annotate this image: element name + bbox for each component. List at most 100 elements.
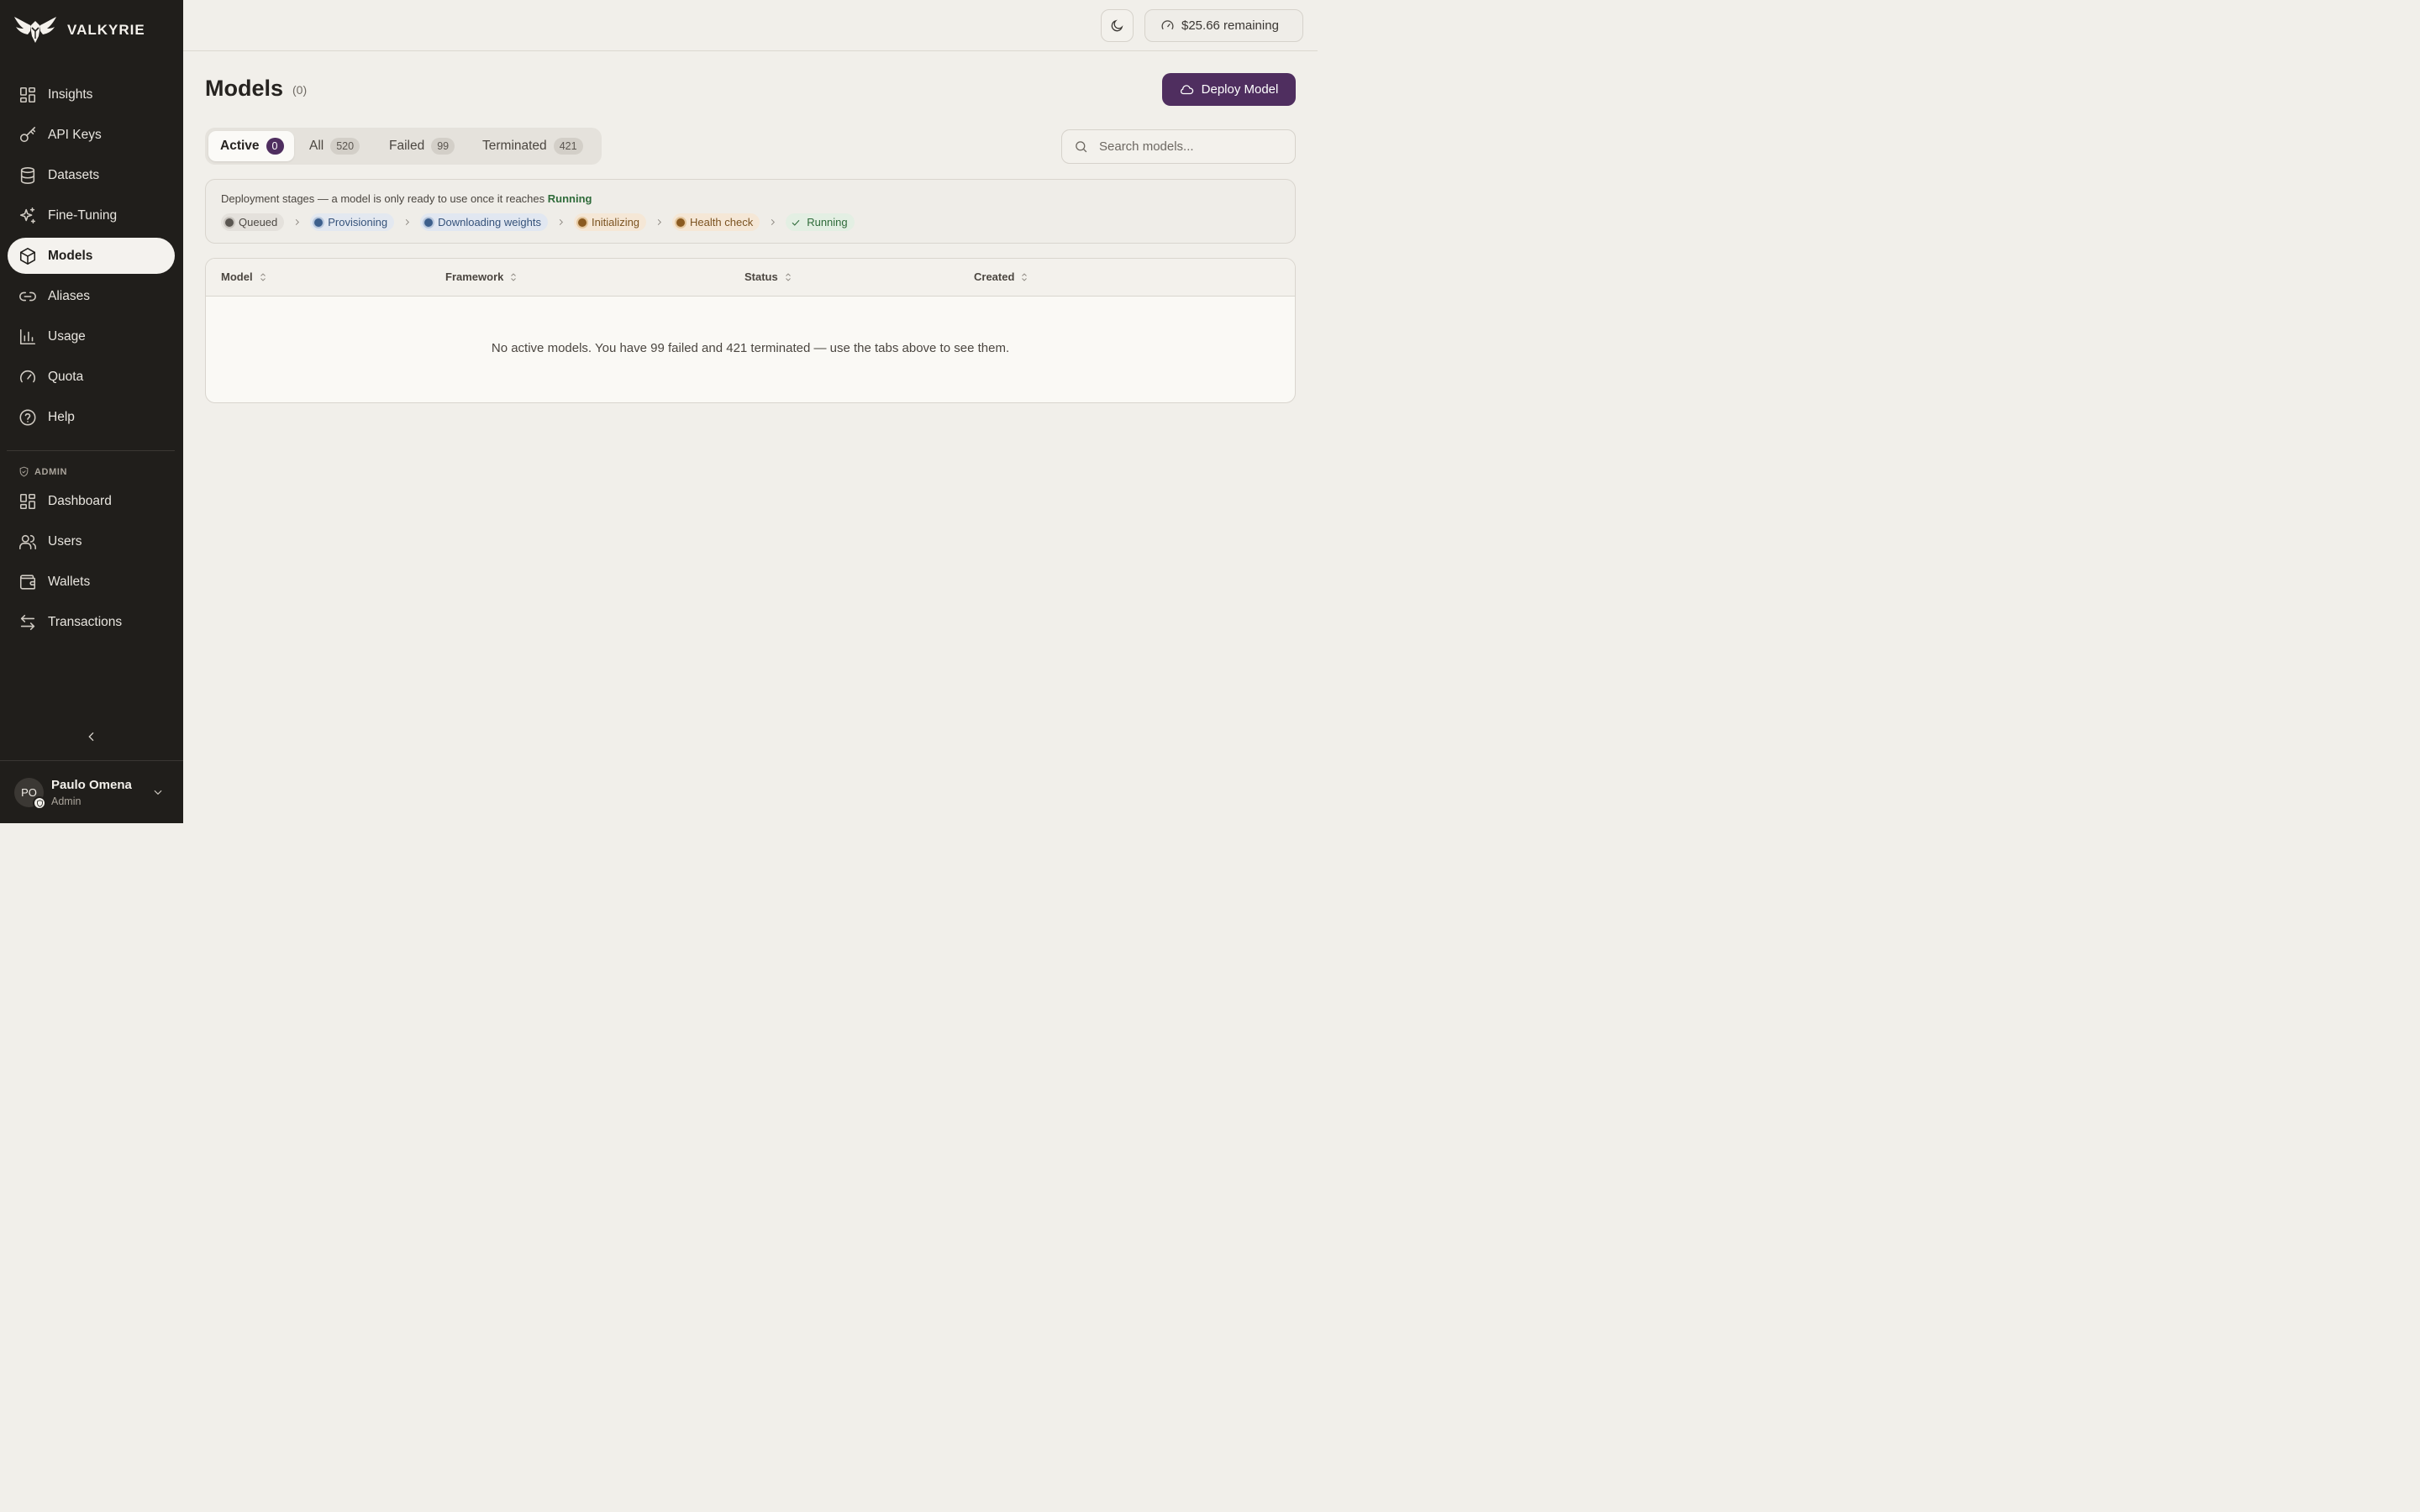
brand-name: VALKYRIE bbox=[67, 22, 145, 38]
chevron-down-icon bbox=[154, 790, 162, 795]
sidebar-item-usage[interactable]: Usage bbox=[8, 318, 175, 354]
theme-toggle-button[interactable] bbox=[1101, 9, 1134, 42]
chevron-right-icon bbox=[292, 218, 302, 227]
sort-icon bbox=[260, 272, 266, 281]
chevron-right-icon bbox=[655, 218, 664, 227]
tab-active[interactable]: Active 0 bbox=[208, 131, 294, 161]
user-menu-toggle[interactable] bbox=[152, 786, 167, 801]
sidebar-item-dashboard[interactable]: Dashboard bbox=[8, 483, 175, 519]
tab-label: Terminated bbox=[482, 139, 547, 153]
sidebar-item-help[interactable]: Help bbox=[8, 399, 175, 435]
tab-count-badge: 0 bbox=[266, 138, 284, 155]
sidebar-item-label: Help bbox=[48, 409, 75, 424]
tab-label: Active bbox=[220, 139, 260, 153]
chevron-right-icon bbox=[768, 218, 777, 227]
admin-badge bbox=[33, 796, 46, 810]
tab-terminated[interactable]: Terminated 421 bbox=[471, 131, 597, 161]
top-bar: $25.66 remaining bbox=[183, 0, 1318, 51]
stage-label: Running bbox=[807, 216, 848, 228]
sidebar: VALKYRIE Insights API Keys Datasets Fine… bbox=[0, 0, 183, 823]
column-header-created[interactable]: Created bbox=[974, 270, 1029, 283]
key-icon bbox=[19, 126, 36, 142]
stage-label: Initializing bbox=[591, 216, 640, 228]
search-box[interactable] bbox=[1061, 129, 1296, 164]
tab-all[interactable]: All 520 bbox=[297, 131, 371, 161]
user-role: Admin bbox=[51, 795, 82, 807]
stage-queued: Queued bbox=[221, 213, 285, 231]
stage-label: Downloading weights bbox=[438, 216, 541, 228]
tab-count-badge: 520 bbox=[330, 138, 360, 155]
sidebar-item-label: Insights bbox=[48, 87, 93, 102]
credit-balance-text: $25.66 remaining bbox=[1181, 18, 1279, 33]
valkyrie-logo-icon bbox=[14, 17, 56, 43]
column-label: Model bbox=[221, 270, 253, 283]
sidebar-item-label: Models bbox=[48, 248, 93, 263]
column-label: Framework bbox=[445, 270, 504, 283]
link-icon bbox=[19, 291, 36, 301]
stage-label: Provisioning bbox=[328, 216, 388, 228]
tab-count-badge: 421 bbox=[553, 138, 583, 155]
sidebar-item-datasets[interactable]: Datasets bbox=[8, 157, 175, 193]
brand[interactable]: VALKYRIE bbox=[13, 16, 145, 45]
gauge-icon bbox=[19, 370, 36, 382]
search-input[interactable] bbox=[1099, 139, 1284, 154]
sidebar-item-models[interactable]: Models bbox=[8, 238, 175, 274]
stage-health-check: Health check bbox=[672, 213, 760, 231]
sidebar-item-label: Transactions bbox=[48, 614, 123, 629]
deploy-model-button[interactable]: Deploy Model bbox=[1162, 73, 1296, 106]
stage-label: Queued bbox=[239, 216, 278, 228]
sort-icon bbox=[511, 272, 517, 281]
moon-icon bbox=[1111, 19, 1123, 32]
sidebar-item-users[interactable]: Users bbox=[8, 523, 175, 559]
table-header: Model Framework Status Created bbox=[206, 259, 1295, 297]
tab-count-badge: 99 bbox=[431, 138, 455, 155]
tab-failed[interactable]: Failed 99 bbox=[377, 131, 464, 161]
sort-icon bbox=[785, 272, 791, 281]
stage-label: Health check bbox=[690, 216, 754, 228]
column-label: Created bbox=[974, 270, 1015, 283]
bar-chart-icon bbox=[19, 328, 36, 344]
models-table: Model Framework Status Created No active… bbox=[205, 258, 1296, 403]
shield-icon bbox=[19, 466, 29, 477]
sidebar-item-wallets[interactable]: Wallets bbox=[8, 564, 175, 600]
sidebar-divider bbox=[7, 450, 175, 451]
column-header-status[interactable]: Status bbox=[744, 270, 793, 283]
chevron-right-icon bbox=[556, 218, 566, 227]
help-circle-icon bbox=[19, 409, 36, 425]
stage-running: Running bbox=[786, 213, 855, 231]
sidebar-item-transactions[interactable]: Transactions bbox=[8, 604, 175, 640]
stage-downloading-weights: Downloading weights bbox=[420, 213, 548, 231]
sparkles-icon bbox=[19, 207, 36, 223]
empty-state-message: No active models. You have 99 failed and… bbox=[491, 341, 1010, 355]
sidebar-item-label: Datasets bbox=[48, 167, 100, 182]
tab-label: All bbox=[309, 139, 324, 153]
sidebar-item-quota[interactable]: Quota bbox=[8, 359, 175, 395]
column-header-model[interactable]: Model bbox=[221, 270, 268, 283]
gauge-icon bbox=[1161, 20, 1174, 30]
users-icon bbox=[19, 534, 36, 549]
user-profile[interactable]: PO Paulo Omena Admin bbox=[0, 760, 183, 823]
check-icon bbox=[792, 219, 800, 226]
collapse-sidebar-button[interactable] bbox=[82, 727, 101, 746]
sidebar-item-label: Wallets bbox=[48, 574, 91, 589]
sidebar-item-aliases[interactable]: Aliases bbox=[8, 278, 175, 314]
stage-initializing: Initializing bbox=[573, 213, 647, 231]
sort-icon bbox=[1022, 272, 1028, 281]
search-icon bbox=[1076, 141, 1087, 153]
page-count: (0) bbox=[292, 83, 308, 97]
stages-note-emphasis: Running bbox=[547, 192, 592, 205]
sidebar-item-label: API Keys bbox=[48, 127, 102, 142]
grid-icon bbox=[19, 493, 36, 509]
sidebar-item-label: Dashboard bbox=[48, 493, 112, 508]
sidebar-item-label: Aliases bbox=[48, 288, 90, 303]
deploy-model-label: Deploy Model bbox=[1201, 82, 1279, 97]
admin-label: ADMIN bbox=[34, 466, 68, 477]
status-tabs: Active 0 All 520 Failed 99 Terminated 42… bbox=[205, 128, 602, 165]
credit-balance-button[interactable]: $25.66 remaining bbox=[1144, 9, 1303, 42]
shield-icon bbox=[36, 799, 43, 807]
sidebar-item-fine-tuning[interactable]: Fine-Tuning bbox=[8, 197, 175, 234]
column-header-framework[interactable]: Framework bbox=[445, 270, 518, 283]
sidebar-item-api-keys[interactable]: API Keys bbox=[8, 117, 175, 153]
sidebar-item-insights[interactable]: Insights bbox=[8, 76, 175, 113]
sidebar-item-label: Users bbox=[48, 533, 82, 549]
